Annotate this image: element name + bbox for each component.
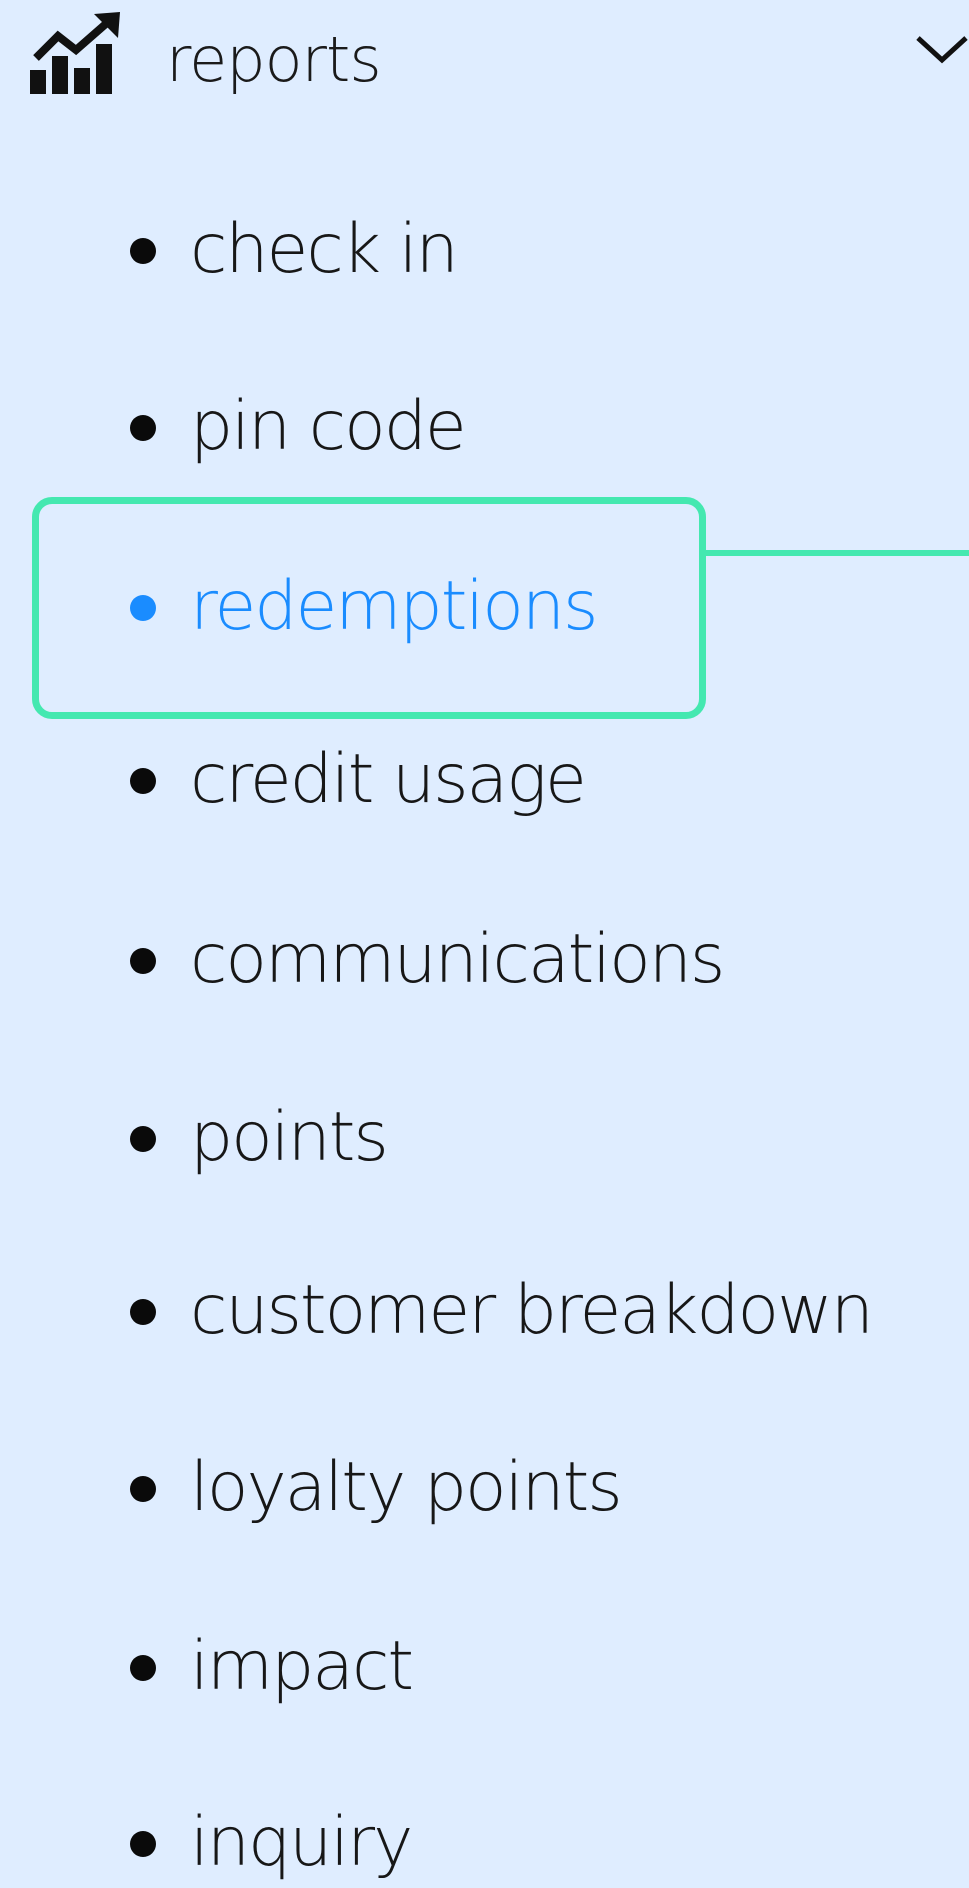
reports-section-header[interactable]: reports bbox=[0, 0, 969, 125]
menu-item-label: customer breakdown bbox=[190, 1271, 874, 1350]
menu-item-label: loyalty points bbox=[190, 1448, 623, 1527]
bullet-icon bbox=[130, 415, 156, 441]
bullet-icon bbox=[130, 1831, 156, 1857]
menu-item-inquiry[interactable]: inquiry bbox=[120, 1798, 880, 1888]
bullet-icon bbox=[130, 1126, 156, 1152]
menu-item-impact[interactable]: impact bbox=[120, 1622, 880, 1712]
chevron-down-icon[interactable] bbox=[914, 30, 969, 70]
reports-label: reports bbox=[166, 23, 382, 96]
menu-item-loyalty-points[interactable]: loyalty points bbox=[120, 1443, 880, 1533]
chart-trend-icon bbox=[28, 12, 122, 94]
menu-item-customer-breakdown[interactable]: customer breakdown bbox=[120, 1266, 880, 1356]
bullet-icon bbox=[130, 948, 156, 974]
menu-item-label: credit usage bbox=[190, 740, 587, 819]
callout-line bbox=[706, 550, 969, 556]
highlight-box bbox=[32, 497, 706, 719]
menu-item-label: impact bbox=[190, 1627, 414, 1706]
menu-item-check-in[interactable]: check in bbox=[120, 205, 880, 295]
menu-item-pin-code[interactable]: pin code bbox=[120, 382, 880, 472]
menu-item-communications[interactable]: communications bbox=[120, 915, 880, 1005]
menu-item-label: check in bbox=[190, 210, 459, 289]
bullet-icon bbox=[130, 1655, 156, 1681]
menu-item-label: communications bbox=[190, 920, 725, 999]
menu-item-points[interactable]: points bbox=[120, 1093, 880, 1183]
bullet-icon bbox=[130, 1476, 156, 1502]
menu-item-credit-usage[interactable]: credit usage bbox=[120, 735, 880, 825]
bullet-icon bbox=[130, 1299, 156, 1325]
menu-item-label: points bbox=[190, 1098, 389, 1177]
bullet-icon bbox=[130, 768, 156, 794]
menu-item-label: inquiry bbox=[190, 1803, 413, 1882]
menu-item-label: pin code bbox=[190, 387, 467, 466]
bullet-icon bbox=[130, 238, 156, 264]
